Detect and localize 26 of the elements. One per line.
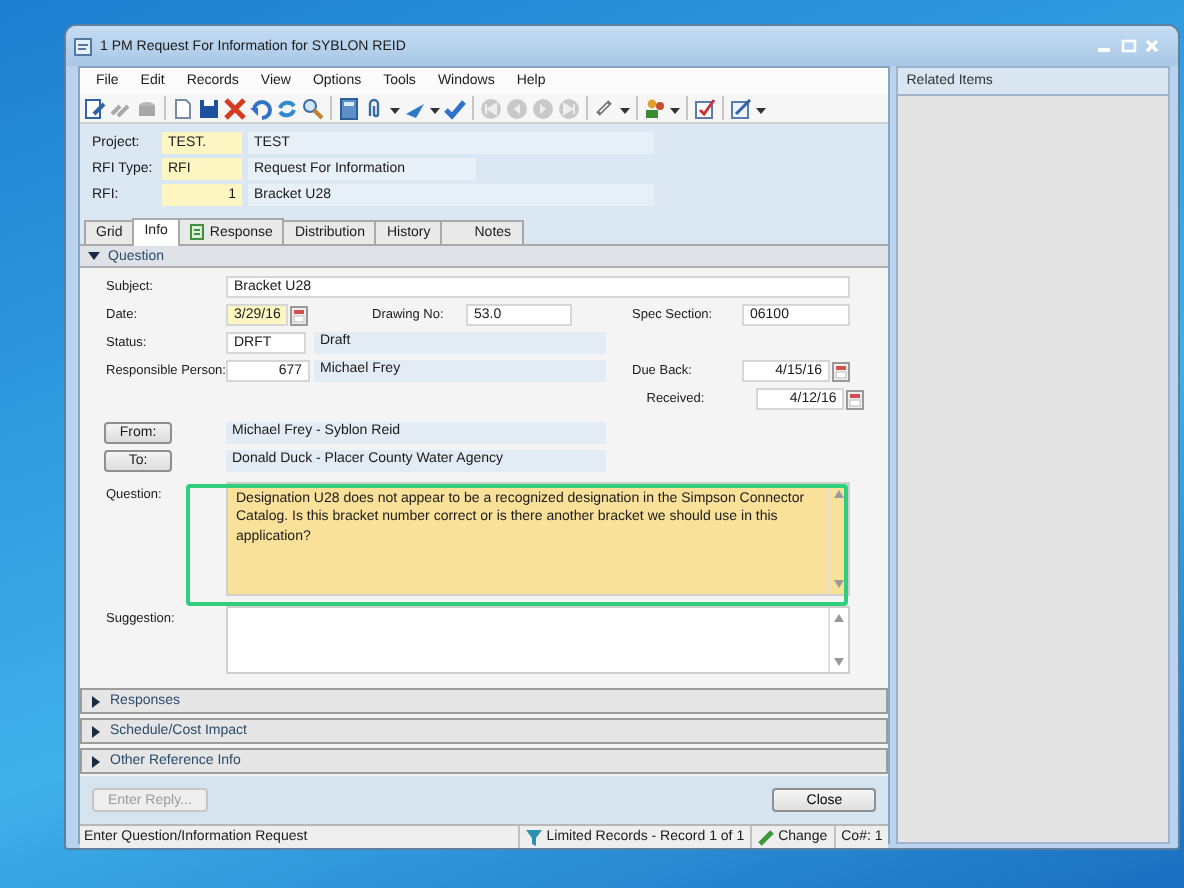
filter-icon xyxy=(526,829,543,845)
delete-icon[interactable] xyxy=(224,97,246,119)
expand-triangle-icon[interactable] xyxy=(90,725,102,737)
calendar-icon[interactable] xyxy=(846,389,865,409)
stack-icon[interactable] xyxy=(136,97,158,119)
scroll-down-icon[interactable] xyxy=(834,580,844,588)
calculator-icon[interactable] xyxy=(338,97,360,119)
expand-triangle-icon[interactable] xyxy=(90,695,102,707)
spellcheck-icon[interactable] xyxy=(444,97,466,119)
edit-icon[interactable] xyxy=(84,97,106,119)
undo-icon[interactable] xyxy=(250,97,272,119)
app-icon xyxy=(74,37,92,55)
scroll-down-icon[interactable] xyxy=(834,658,844,666)
people-icon[interactable] xyxy=(644,97,666,119)
calendar-icon[interactable] xyxy=(832,361,850,381)
search-icon[interactable] xyxy=(302,97,324,119)
refresh-icon[interactable] xyxy=(276,97,298,119)
scroll-up-icon[interactable] xyxy=(834,490,844,498)
scroll-up-icon[interactable] xyxy=(834,614,844,622)
calendar-icon[interactable] xyxy=(290,305,308,325)
collapse-triangle-icon[interactable] xyxy=(88,250,100,262)
expand-triangle-icon[interactable] xyxy=(90,755,102,767)
save-icon[interactable] xyxy=(198,97,220,119)
document-icon xyxy=(189,224,204,240)
checklist-icon[interactable] xyxy=(694,97,716,119)
notepad-icon[interactable] xyxy=(730,97,752,119)
